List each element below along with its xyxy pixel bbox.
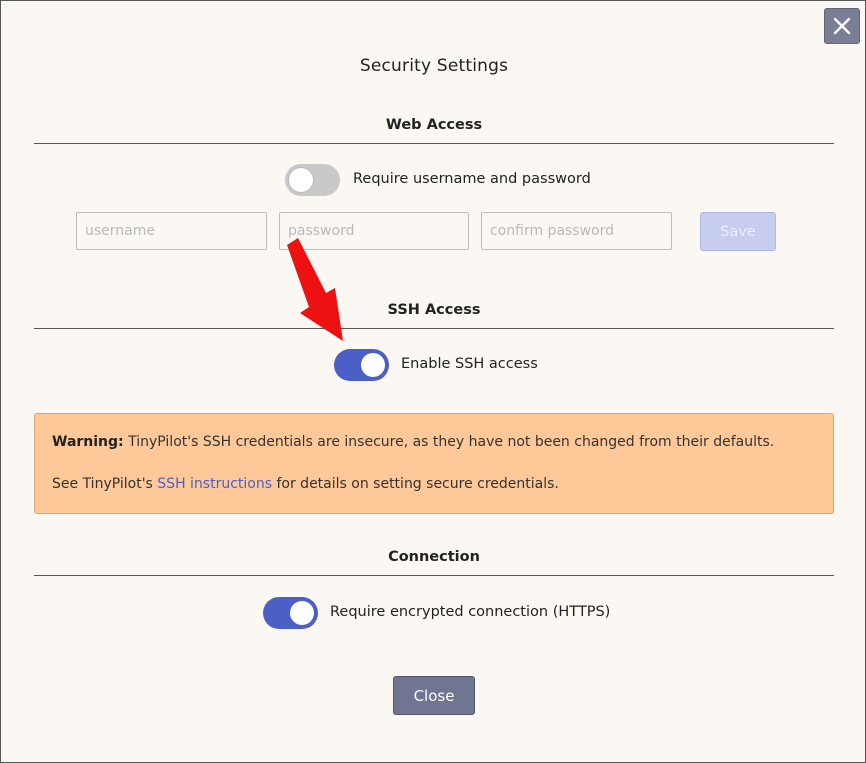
warning-text: TinyPilot's SSH credentials are insecure… [123, 434, 775, 450]
close-button[interactable]: Close [393, 676, 475, 715]
close-icon [833, 17, 851, 35]
instructions-prefix: See TinyPilot's [52, 476, 158, 492]
ssh-warning-box: Warning: TinyPilot's SSH credentials are… [34, 413, 834, 514]
dialog-close-button[interactable] [824, 8, 860, 44]
https-label: Require encrypted connection (HTTPS) [330, 604, 611, 620]
web-access-divider [34, 143, 834, 144]
toggle-knob [361, 353, 385, 377]
enable-ssh-label: Enable SSH access [401, 356, 538, 372]
web-access-heading: Web Access [385, 117, 483, 133]
instructions-suffix: for details on setting secure credential… [272, 476, 559, 492]
save-button[interactable]: Save [700, 212, 776, 251]
require-login-toggle[interactable] [285, 164, 340, 196]
warning-instructions: See TinyPilot's SSH instructions for det… [52, 476, 559, 492]
require-login-label: Require username and password [353, 171, 591, 187]
ssh-access-divider [34, 328, 834, 329]
security-settings-dialog: Security Settings Web Access Require use… [0, 0, 866, 763]
toggle-knob [289, 168, 313, 192]
confirm-password-input[interactable] [481, 212, 672, 250]
toggle-knob [290, 601, 314, 625]
warning-message: Warning: TinyPilot's SSH credentials are… [52, 434, 774, 450]
dialog-title: Security Settings [359, 56, 509, 76]
connection-divider [34, 575, 834, 576]
ssh-instructions-link[interactable]: SSH instructions [157, 476, 272, 492]
username-input[interactable] [76, 212, 267, 250]
ssh-access-heading: SSH Access [387, 302, 481, 318]
connection-heading: Connection [388, 549, 480, 565]
warning-label: Warning: [52, 434, 124, 450]
https-toggle[interactable] [263, 597, 318, 629]
enable-ssh-toggle[interactable] [334, 349, 389, 381]
red-arrow-icon [287, 238, 343, 341]
